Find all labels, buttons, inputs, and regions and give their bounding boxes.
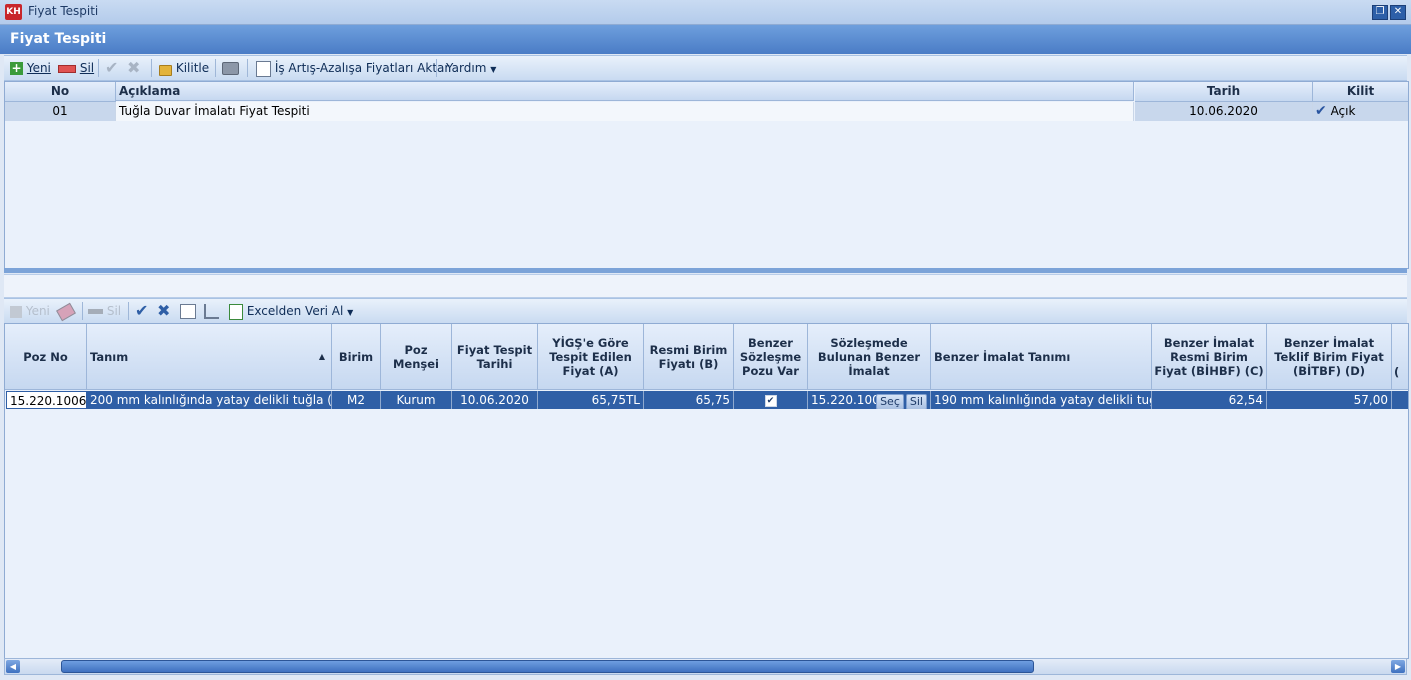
remove-button[interactable]: Sil [905,393,927,409]
printer-icon [222,62,239,75]
select-button[interactable]: Seç [876,393,904,409]
main-toolbar: + Yeni Sil ✔ ✖ Kilitle İş Artış-Azalışa … [4,55,1407,81]
dropdown-arrow-icon: ▼ [490,65,497,74]
column-header-benzer-imalat[interactable]: Sözleşmede Bulunan Benzer İmalat [808,324,931,390]
delete-button[interactable]: Sil [58,60,94,76]
checkmark-icon: ✔ [1315,103,1327,119]
column-header-no[interactable]: No [5,82,116,102]
column-header-poz-no[interactable]: Poz No [5,324,87,390]
close-button[interactable]: ✕ [1390,5,1406,20]
column-header-aciklama[interactable]: Açıklama [116,82,1134,101]
help-menu-label: Yardım [446,61,487,75]
cell-benzer-sozlesme: ✔ [734,391,808,409]
column-header-yigs-fiyat[interactable]: YİGŞ'e Göre Tespit Edilen Fiyat (A) [538,324,644,390]
eraser-button[interactable] [56,302,76,321]
window-title: Fiyat Tespiti [28,4,99,18]
add-icon: + [10,61,23,75]
column-header-partial[interactable]: ( [1392,324,1408,390]
cancel-icon[interactable]: ✖ [127,60,140,76]
column-header-bitbf[interactable]: Benzer İmalat Teklif Birim Fiyat (BİTBF)… [1267,324,1392,390]
cell-bitbf[interactable]: 57,00 [1267,391,1392,409]
detail-confirm-icon[interactable]: ✔ [135,303,148,319]
column-header-tarih[interactable]: Tarih [1135,82,1313,102]
help-menu[interactable]: Yardım ▼ [446,60,496,76]
cell-poz-no[interactable]: 15.220.1006 [6,391,87,409]
scroll-right-button[interactable]: ▶ [1391,660,1405,673]
page-title: Fiyat Tespiti [10,31,107,47]
detail-cancel-icon[interactable]: ✖ [157,303,170,319]
window-titlebar [0,0,1411,25]
detail-delete-label: Sil [106,304,122,318]
column-header-poz-mensei[interactable]: Poz Menşei [381,324,452,390]
panel-splitter[interactable] [4,268,1407,273]
add-icon [10,305,22,318]
new-button[interactable]: + Yeni [10,60,51,76]
detail-new-button[interactable]: Yeni [10,303,50,319]
column-header-tanim[interactable]: Tanım ▲ [87,324,332,390]
column-header-fiyat-tespit-tarihi[interactable]: Fiyat Tespit Tarihi [452,324,538,390]
cell-benzer-imalat-tanimi[interactable]: 190 mm kalınlığında yatay delikli tuğla … [931,391,1152,409]
cell-fiyat-tespit-tarihi[interactable]: 10.06.2020 [452,391,538,409]
column-header-kilit[interactable]: Kilit [1313,82,1408,102]
cell-benzer-imalat: 15.220.1005 Seç Sil [808,391,931,409]
sort-ascending-icon: ▲ [318,351,325,361]
filter-strip [4,274,1407,298]
lock-button-label: Kilitle [175,61,210,75]
detail-delete-button[interactable]: Sil [88,303,121,319]
column-header-benzer-sozlesme[interactable]: Benzer Sözleşme Pozu Var [734,324,808,390]
header-band [0,25,1411,54]
app-icon: KH [5,4,22,20]
delete-button-label: Sil [79,61,95,75]
column-header-benzer-imalat-tanimi[interactable]: Benzer İmalat Tanımı [931,324,1152,390]
eraser-icon [56,302,76,321]
detail-toolbar: Yeni Sil ✔ ✖ Excelden Veri Al ▼ [4,298,1407,324]
cell-poz-mensei[interactable]: Kurum [381,391,452,409]
column-header-tanim-label: Tanım [90,349,129,364]
cell-tarih[interactable]: 10.06.2020 [1135,102,1313,121]
scroll-left-button[interactable]: ◀ [6,660,20,673]
lock-button[interactable]: Kilitle [159,60,209,76]
restore-button[interactable]: ❐ [1372,5,1388,20]
print-button[interactable] [222,60,239,76]
cell-yigs-fiyat[interactable]: 65,75TL [538,391,644,409]
transfer-prices-button[interactable]: İş Artış-Azalışa Fiyatları Aktar [256,60,450,77]
column-header-bihbf[interactable]: Benzer İmalat Resmi Birim Fiyat (BİHBF) … [1152,324,1267,390]
cell-no[interactable]: 01 [5,102,116,121]
preview-button[interactable] [180,303,196,319]
document-transfer-icon [256,60,271,77]
cell-kilit-label: Açık [1330,104,1356,118]
column-header-birim[interactable]: Birim [332,324,381,390]
preview-icon [180,304,196,319]
new-button-label: Yeni [26,61,51,75]
column-header-resmi-birim-fiyati[interactable]: Resmi Birim Fiyatı (B) [644,324,734,390]
minus-icon [88,309,103,314]
cell-aciklama[interactable]: Tuğla Duvar İmalatı Fiyat Tespiti [116,102,1134,121]
horizontal-scrollbar[interactable]: ◀ ▶ [4,658,1407,675]
tree-button[interactable] [204,303,219,319]
scroll-thumb[interactable] [61,660,1034,673]
confirm-icon[interactable]: ✔ [105,60,118,76]
excel-icon [229,303,243,320]
tree-list-icon [204,304,219,319]
benzer-sozlesme-checkbox[interactable]: ✔ [764,394,777,407]
cell-resmi-birim-fiyati[interactable]: 65,75 [644,391,734,409]
dropdown-arrow-icon: ▼ [347,308,354,317]
minus-icon [58,64,76,73]
excel-import-label: Excelden Veri Al [246,304,344,318]
detail-grid: Poz No Tanım ▲ Birim Poz Menşei Fiyat Te… [4,323,1409,659]
excel-import-button[interactable]: Excelden Veri Al ▼ [229,303,354,320]
cell-kilit[interactable]: ✔ Açık [1313,102,1408,121]
transfer-prices-label: İş Artış-Azalışa Fiyatları Aktar [274,61,450,75]
cell-bihbf[interactable]: 62,54 [1152,391,1267,409]
price-determination-grid: No Açıklama Tarih Kilit 01 Tuğla Duvar İ… [4,81,1409,269]
cell-partial [1392,391,1408,409]
cell-birim[interactable]: M2 [332,391,381,409]
lock-icon [159,64,172,76]
cell-tanim[interactable]: 200 mm kalınlığında yatay delikli tuğla … [87,391,332,409]
detail-new-label: Yeni [25,304,50,318]
